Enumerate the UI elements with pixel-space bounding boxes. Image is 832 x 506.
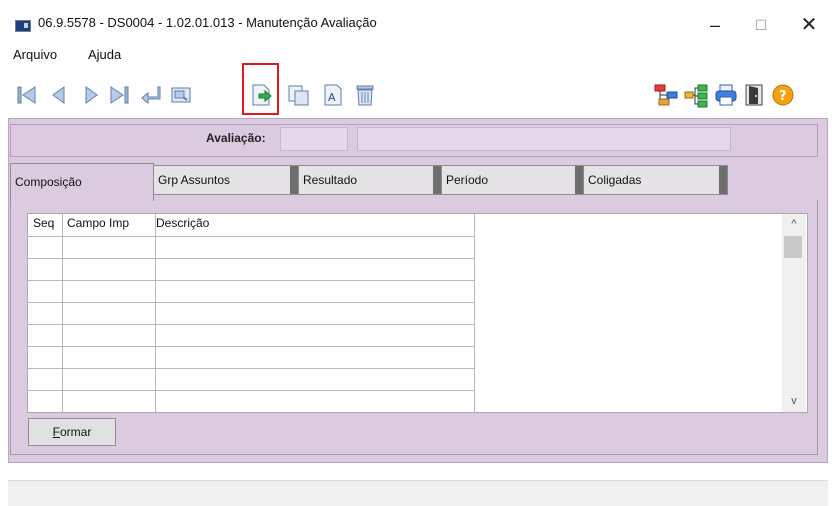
column-divider (155, 214, 156, 412)
avaliacao-code-field[interactable] (280, 127, 348, 151)
hierarchy-icon[interactable] (653, 82, 679, 108)
tree-icon[interactable] (683, 82, 709, 108)
composicao-grid[interactable] (27, 213, 808, 413)
app-icon (15, 20, 31, 32)
last-record-icon[interactable] (106, 82, 132, 108)
tab-edge (290, 166, 298, 194)
formar-button[interactable]: Formar (28, 418, 116, 446)
minimize-button[interactable]: – (692, 8, 738, 42)
row-divider (28, 390, 474, 391)
window-title: 06.9.5578 - DS0004 - 1.02.01.013 - Manut… (38, 15, 377, 30)
row-divider (28, 236, 474, 237)
formar-button-label: Formar (52, 425, 92, 439)
column-header-campo-imp[interactable]: Campo Imp (67, 216, 129, 230)
tab-composicao[interactable]: Composição (10, 163, 154, 201)
column-divider (62, 214, 63, 412)
row-divider (28, 346, 474, 347)
previous-record-icon[interactable] (46, 82, 72, 108)
text-edit-icon[interactable]: A (320, 82, 346, 108)
tab-edge (575, 166, 583, 194)
column-header-seq[interactable]: Seq (33, 216, 54, 230)
enter-icon[interactable] (138, 82, 164, 108)
scroll-up-arrow[interactable]: ^ (782, 214, 806, 234)
tab-label: Resultado (303, 173, 358, 187)
exit-door-icon[interactable] (741, 82, 767, 108)
status-bar (8, 480, 828, 506)
delete-icon[interactable] (352, 82, 378, 108)
tab-label: Coligadas (588, 173, 642, 187)
close-button[interactable]: ✕ (786, 8, 832, 42)
row-divider (28, 258, 474, 259)
tab-label: Composição (15, 175, 82, 189)
menu-arquivo[interactable]: Arquivo (13, 47, 57, 62)
row-divider (28, 302, 474, 303)
column-header-descricao[interactable]: Descrição (156, 216, 209, 230)
column-divider (474, 214, 475, 412)
print-icon[interactable] (713, 82, 739, 108)
tab-coligadas[interactable]: Coligadas (583, 165, 728, 195)
tab-resultado[interactable]: Resultado (298, 165, 442, 195)
preview-icon[interactable] (168, 82, 194, 108)
first-record-icon[interactable] (14, 82, 40, 108)
tab-grp-assuntos[interactable]: Grp Assuntos (153, 165, 299, 195)
tab-label: Grp Assuntos (158, 173, 231, 187)
highlight-box (242, 63, 279, 115)
avaliacao-label: Avaliação: (206, 131, 266, 145)
scroll-thumb[interactable] (784, 236, 802, 258)
row-divider (28, 280, 474, 281)
tab-edge (719, 166, 727, 194)
row-divider (28, 324, 474, 325)
next-record-icon[interactable] (78, 82, 104, 108)
menu-bar (0, 46, 832, 70)
svg-text:A: A (328, 91, 336, 104)
tab-periodo[interactable]: Período (441, 165, 584, 195)
row-divider (28, 368, 474, 369)
tab-edge (433, 166, 441, 194)
tab-label: Período (446, 173, 489, 187)
svg-text:?: ? (779, 89, 787, 104)
avaliacao-description-field[interactable] (357, 127, 731, 151)
menu-ajuda[interactable]: Ajuda (88, 47, 121, 62)
help-icon[interactable]: ? (770, 82, 796, 108)
scroll-down-arrow[interactable]: v (782, 391, 806, 411)
maximize-button[interactable]: ☐ (738, 8, 784, 42)
copy-icon[interactable] (286, 82, 312, 108)
